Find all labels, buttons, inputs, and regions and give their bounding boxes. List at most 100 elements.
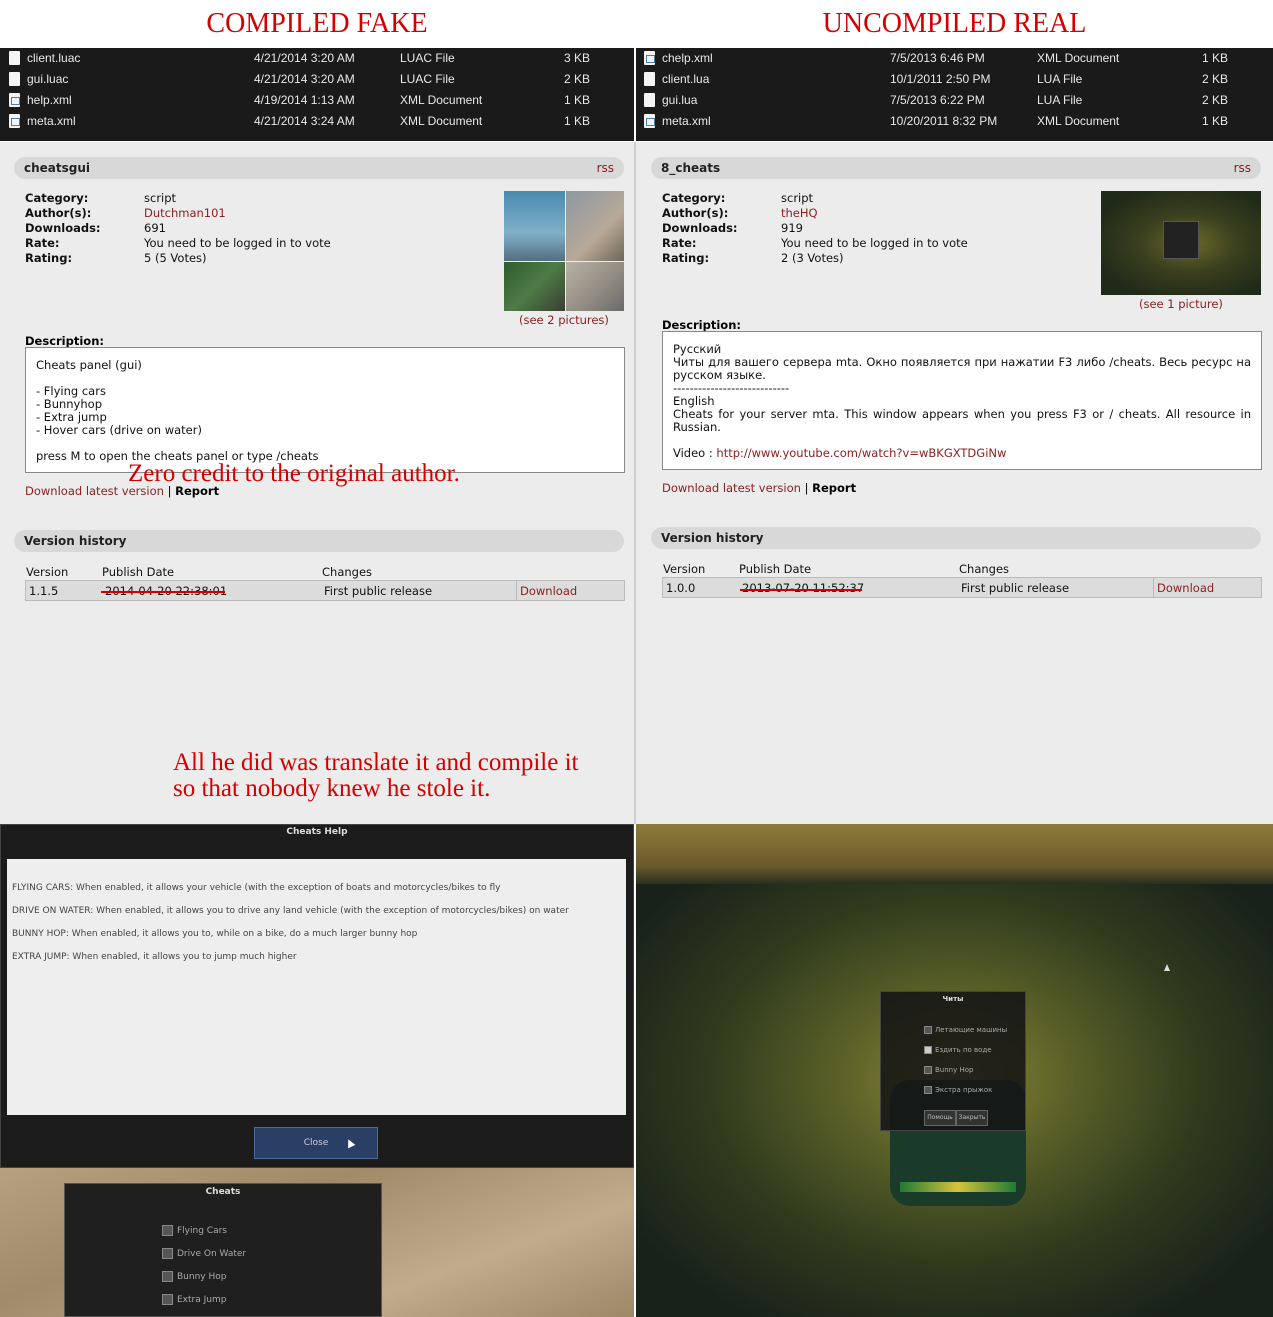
cheat-checkbox[interactable]: Bunny Hop [162,1266,246,1289]
download-links: Download latest version | Report [662,481,856,495]
row-version: 1.1.5 [29,584,59,598]
stole-note-line1: All he did was translate it and compile … [173,749,579,776]
help-line: EXTRA JUMP: When enabled, it allows you … [12,952,297,962]
screenshot-thumbnails[interactable] [504,191,624,311]
col-changes: Changes [322,565,373,579]
file-type: XML Document [400,93,483,107]
close-button[interactable]: Закрыть [956,1110,988,1126]
rate-value: You need to be logged in to vote [781,236,968,250]
rss-link[interactable]: rss [1234,161,1251,175]
cheat-checkbox[interactable]: Экстра прыжок [924,1080,1007,1100]
file-row[interactable]: client.lua 10/1/2011 2:50 PM LUA File 2 … [636,69,1273,90]
cheat-checkbox[interactable]: Extra Jump [162,1289,246,1312]
rate-label: Rate: [25,236,60,250]
cheat-checkbox[interactable]: Bunny Hop [924,1060,1007,1080]
file-date: 4/21/2014 3:20 AM [254,51,355,65]
resource-name: 8_cheats [661,161,721,175]
game-hillside [636,824,1273,884]
rss-link[interactable]: rss [597,161,614,175]
checkbox-icon [924,1026,932,1034]
description-label: Description: [662,318,741,332]
xml-file-icon [9,114,20,128]
help-button[interactable]: Помощь [924,1110,956,1126]
checked-checkbox-icon [924,1046,932,1054]
file-date: 4/21/2014 3:24 AM [254,114,355,128]
file-type: XML Document [1037,51,1120,65]
resource-panel-right: 8_cheats rss Category: Author(s): Downlo… [636,142,1273,824]
game-screenshot-left: Cheats Help FLYING CARS: When enabled, i… [0,824,634,1317]
file-icon [644,72,655,86]
video-line: Video : http://www.youtube.com/watch?v=w… [673,447,1251,460]
authors-label: Author(s): [662,206,729,220]
file-type: LUAC File [400,72,455,86]
info-values: script theHQ 919 You need to be logged i… [781,191,968,266]
download-link[interactable]: Download [1157,581,1214,595]
cheats-options: Летающие машины Ездить по воде Bunny Hop… [924,1020,1007,1100]
cheat-checkbox[interactable]: Drive On Water [162,1243,246,1266]
cheats-window: Cheats Flying Cars Drive On Water Bunny … [64,1183,382,1317]
thumbnail-image [566,191,624,261]
file-explorer-left: client.luac 4/21/2014 3:20 AM LUAC File … [0,48,634,141]
file-row[interactable]: gui.lua 7/5/2013 6:22 PM LUA File 2 KB [636,90,1273,111]
credit-note: Zero credit to the original author. [128,460,460,487]
cheat-checkbox[interactable]: Летающие машины [924,1020,1007,1040]
file-type: LUAC File [400,51,455,65]
help-line: FLYING CARS: When enabled, it allows you… [12,883,501,893]
file-name: chelp.xml [662,51,713,65]
window-title: Cheats Help [286,827,348,837]
table-row: 1.0.0 2013-07-20 11:52:37 First public r… [662,577,1262,598]
downloads-value: 919 [781,221,803,235]
checkbox-icon [162,1225,173,1236]
rate-label: Rate: [662,236,697,250]
category-value: script [144,191,177,205]
date-underline [740,589,862,591]
cell-divider [1153,578,1154,597]
file-icon [644,93,655,107]
rate-value: You need to be logged in to vote [144,236,331,250]
file-row[interactable]: gui.luac 4/21/2014 3:20 AM LUAC File 2 K… [0,69,634,90]
downloads-value: 691 [144,221,166,235]
file-name: meta.xml [662,114,711,128]
file-date: 4/21/2014 3:20 AM [254,72,355,86]
car-stripe [900,1182,1016,1192]
version-table: Version Publish Date Changes 1.1.5 2014-… [25,565,625,605]
description-line: - Hover cars (drive on water) [36,423,202,437]
file-row[interactable]: meta.xml 10/20/2011 8:32 PM XML Document… [636,111,1273,132]
file-row[interactable]: meta.xml 4/21/2014 3:24 AM XML Document … [0,111,634,132]
cell-divider [516,581,517,600]
description-text: Cheats panel (gui) - Flying cars - Bunny… [36,359,318,463]
rating-value: 2 (3 Votes) [781,251,844,265]
file-row[interactable]: client.luac 4/21/2014 3:20 AM LUAC File … [0,48,634,69]
checkbox-icon [924,1066,932,1074]
file-size: 3 KB [564,51,591,65]
rating-label: Rating: [662,251,710,265]
category-value: script [781,191,814,205]
author-link[interactable]: theHQ [781,206,968,221]
see-pictures-link[interactable]: (see 1 picture) [1139,297,1223,311]
cheat-checkbox[interactable]: Flying Cars [162,1220,246,1243]
download-latest-link[interactable]: Download latest version [662,481,801,495]
xml-file-icon [9,93,20,107]
help-window: Cheats Help FLYING CARS: When enabled, i… [0,824,634,1168]
file-size: 1 KB [564,93,591,107]
row-version: 1.0.0 [666,581,696,595]
video-link[interactable]: http://www.youtube.com/watch?v=wBKGXTDGi… [716,446,1006,460]
file-date: 10/20/2011 8:32 PM [890,114,998,128]
screenshot-thumbnail[interactable] [1101,191,1261,295]
download-link[interactable]: Download [520,584,577,598]
cheat-label: Flying Cars [177,1226,227,1236]
file-row[interactable]: chelp.xml 7/5/2013 6:46 PM XML Document … [636,48,1273,69]
file-date: 7/5/2013 6:22 PM [890,93,985,107]
close-button[interactable]: Close [254,1127,378,1159]
authors-label: Author(s): [25,206,92,220]
report-link[interactable]: Report [812,481,856,495]
file-type: XML Document [1037,114,1120,128]
file-explorer-right: chelp.xml 7/5/2013 6:46 PM XML Document … [636,48,1273,141]
author-link[interactable]: Dutchman101 [144,206,331,221]
see-pictures-link[interactable]: (see 2 pictures) [519,313,609,327]
info-labels: Category: Author(s): Downloads: Rate: Ra… [25,191,101,266]
cheat-checkbox[interactable]: Ездить по воде [924,1040,1007,1060]
file-name: client.lua [662,72,710,86]
file-row[interactable]: help.xml 4/19/2014 1:13 AM XML Document … [0,90,634,111]
file-icon [9,51,20,65]
